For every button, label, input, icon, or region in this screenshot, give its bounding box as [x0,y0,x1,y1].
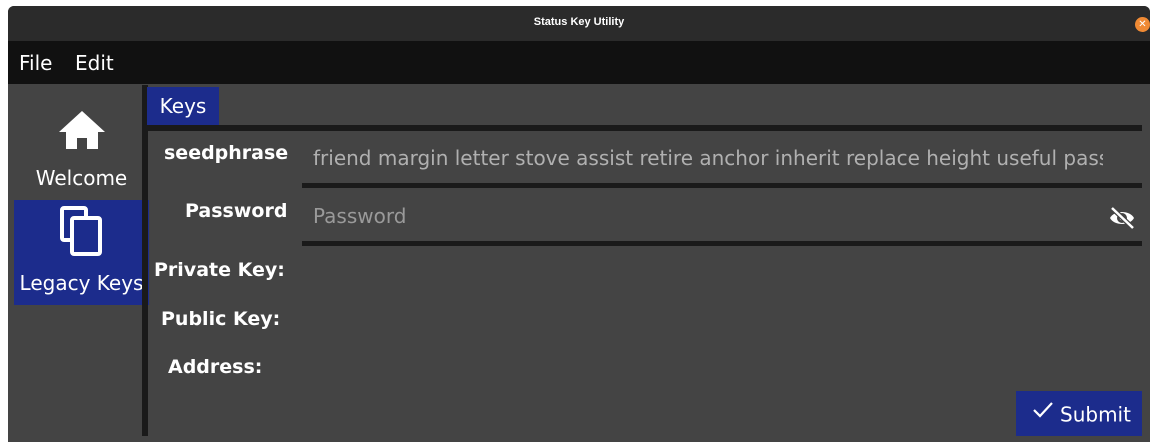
sidebar-item-legacy-keys[interactable]: Legacy Keys [14,200,149,305]
public-key-label: Public Key: [161,308,281,330]
menu-file[interactable]: File [19,51,52,75]
eye-off-icon[interactable] [1108,206,1136,234]
sidebar-item-label: Legacy Keys [19,271,144,295]
tab-underline [147,125,1142,131]
private-key-label: Private Key: [154,259,285,281]
home-icon [58,110,106,154]
address-label: Address: [168,356,263,378]
sidebar-item-welcome[interactable]: Welcome [14,96,149,196]
window-title: Status Key Utility [533,16,625,28]
menu-edit[interactable]: Edit [75,51,114,75]
tab-keys[interactable]: Keys [147,87,219,125]
seedphrase-input[interactable] [313,140,1103,176]
submit-button[interactable]: Submit [1016,391,1142,436]
sidebar: Welcome Legacy Keys [8,84,150,442]
sidebar-item-label: Welcome [35,166,128,190]
submit-label: Submit [1060,402,1131,427]
sidebar-divider [142,85,148,436]
title-bar[interactable]: Status Key Utility ✕ [8,6,1150,41]
check-icon [1032,400,1054,424]
close-icon[interactable]: ✕ [1135,17,1150,32]
password-input[interactable] [313,198,1103,234]
seedphrase-field [302,132,1142,188]
copy-icon [59,206,104,262]
seedphrase-label: seedphrase [164,142,289,164]
password-field [302,190,1142,246]
menu-bar: File Edit [8,41,1150,84]
password-label: Password [185,200,288,222]
